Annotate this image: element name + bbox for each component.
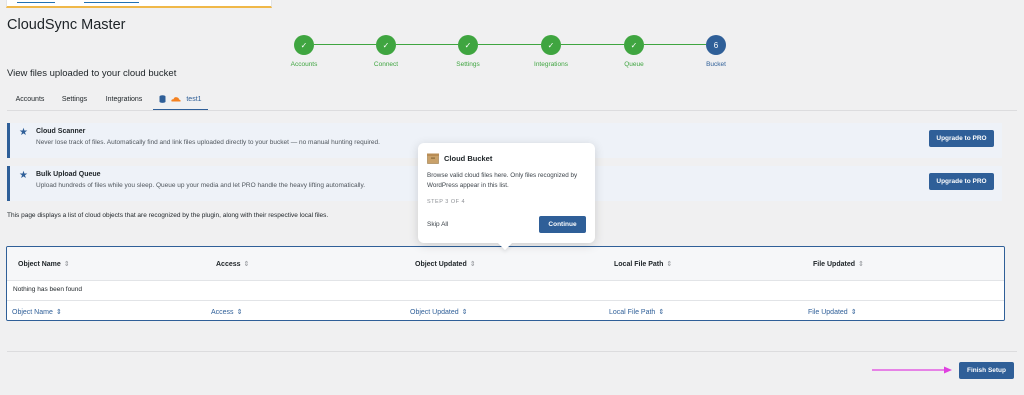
sort-icon: ⇕ xyxy=(236,309,243,316)
footer-sort-object-name[interactable]: Object Name ⇕ xyxy=(12,308,62,316)
column-header-file-updated[interactable]: File Updated ⇕ xyxy=(813,260,864,268)
step-accounts[interactable]: ✓ Accounts xyxy=(264,35,344,68)
info-text: This page displays a list of cloud objec… xyxy=(7,212,329,219)
app-title: CloudSync Master xyxy=(7,17,126,33)
step-label: Settings xyxy=(456,61,480,68)
sort-icon: ⇕ xyxy=(850,309,857,316)
footer-sort-local-file-path[interactable]: Local File Path ⇕ xyxy=(609,308,664,316)
tab-test1[interactable]: test1 xyxy=(153,91,208,111)
finish-setup-button[interactable]: Finish Setup xyxy=(959,362,1014,379)
step-connect[interactable]: ✓ Connect xyxy=(346,35,426,68)
page-heading: View files uploaded to your cloud bucket xyxy=(7,68,177,79)
tab-label: test1 xyxy=(186,96,202,103)
step-number: 6 xyxy=(706,35,726,55)
checkmark-icon: ✓ xyxy=(541,35,561,55)
tab-settings[interactable]: Settings xyxy=(57,91,92,111)
upgrade-to-pro-button[interactable]: Upgrade to PRO xyxy=(929,173,994,190)
tab-integrations[interactable]: Integrations xyxy=(100,91,148,111)
cloud-icon xyxy=(171,97,182,102)
tooltip-title: Cloud Bucket xyxy=(444,154,493,163)
sort-icon: ⇕ xyxy=(469,261,476,268)
checkmark-icon: ✓ xyxy=(376,35,396,55)
column-title: Access xyxy=(216,261,241,268)
column-title: Object Updated xyxy=(415,261,467,268)
star-icon: ★ xyxy=(19,127,28,138)
step-label: Queue xyxy=(624,61,644,68)
tab-accounts[interactable]: Accounts xyxy=(10,91,50,111)
continue-button[interactable]: Continue xyxy=(539,216,586,233)
tooltip-step-indicator: STEP 3 OF 4 xyxy=(427,199,466,205)
table-footer: Object Name ⇕ Access ⇕ Object Updated ⇕ Loc… xyxy=(7,300,1004,320)
step-label: Accounts xyxy=(290,61,318,68)
sort-icon: ⇕ xyxy=(666,261,673,268)
tooltip-body: Browse valid cloud files here. Only file… xyxy=(427,172,578,189)
empty-message: Nothing has been found xyxy=(13,286,83,293)
sort-icon: ⇕ xyxy=(243,261,250,268)
step-queue[interactable]: ✓ Queue xyxy=(594,35,674,68)
footer-divider xyxy=(7,351,1017,352)
annotation-arrow-icon xyxy=(872,366,952,374)
table-header: Object Name ⇕ Access ⇕ Object Updated ⇕ Loc… xyxy=(7,247,1004,281)
footer-sort-object-updated[interactable]: Object Updated ⇕ xyxy=(410,308,468,316)
footer-sort-access[interactable]: Access ⇕ xyxy=(211,308,242,316)
step-label: Bucket xyxy=(706,61,726,68)
sort-icon: ⇕ xyxy=(858,261,864,268)
step-bucket[interactable]: 6 Bucket xyxy=(676,35,756,68)
column-title: File Updated xyxy=(813,261,856,268)
tour-tooltip: Cloud Bucket Browse valid cloud files he… xyxy=(418,143,595,251)
notice-link[interactable] xyxy=(84,2,139,3)
column-title: Access xyxy=(211,309,234,316)
database-icon xyxy=(159,95,166,104)
promo-title: Bulk Upload Queue xyxy=(36,171,101,178)
sort-icon: ⇕ xyxy=(461,309,468,316)
column-header-object-name[interactable]: Object Name ⇕ xyxy=(18,260,70,268)
tab-bar: Accounts Settings Integrations test1 xyxy=(0,91,230,111)
column-title: Local File Path xyxy=(614,261,664,268)
promo-title: Cloud Scanner xyxy=(36,128,86,135)
column-header-access[interactable]: Access ⇕ xyxy=(216,260,249,268)
step-label: Integrations xyxy=(534,61,568,68)
column-title: Object Name xyxy=(12,309,53,316)
sort-icon: ⇕ xyxy=(658,309,665,316)
notice-link[interactable] xyxy=(17,2,55,3)
sort-icon: ⇕ xyxy=(63,261,70,268)
tabs-divider xyxy=(7,110,1017,111)
sort-icon: ⇕ xyxy=(55,309,62,316)
step-settings[interactable]: ✓ Settings xyxy=(428,35,508,68)
column-header-local-file-path[interactable]: Local File Path ⇕ xyxy=(614,260,672,268)
skip-all-link[interactable]: Skip All xyxy=(427,221,448,228)
step-label: Connect xyxy=(373,61,399,68)
footer-sort-file-updated[interactable]: File Updated ⇕ xyxy=(808,308,857,316)
column-header-object-updated[interactable]: Object Updated ⇕ xyxy=(415,260,476,268)
upgrade-to-pro-button[interactable]: Upgrade to PRO xyxy=(929,130,994,147)
top-notice xyxy=(6,0,272,8)
step-integrations[interactable]: ✓ Integrations xyxy=(511,35,591,68)
column-title: Object Updated xyxy=(410,309,459,316)
checkmark-icon: ✓ xyxy=(624,35,644,55)
checkmark-icon: ✓ xyxy=(294,35,314,55)
promo-description: Never lose track of files. Automatically… xyxy=(36,139,380,146)
column-title: Local File Path xyxy=(609,309,656,316)
checkmark-icon: ✓ xyxy=(458,35,478,55)
column-title: Object Name xyxy=(18,261,61,268)
column-title: File Updated xyxy=(808,309,848,316)
objects-table: Object Name ⇕ Access ⇕ Object Updated ⇕ Loc… xyxy=(6,246,1005,321)
star-icon: ★ xyxy=(19,170,28,181)
promo-description: Upload hundreds of files while you sleep… xyxy=(36,182,366,189)
box-icon xyxy=(427,153,439,164)
